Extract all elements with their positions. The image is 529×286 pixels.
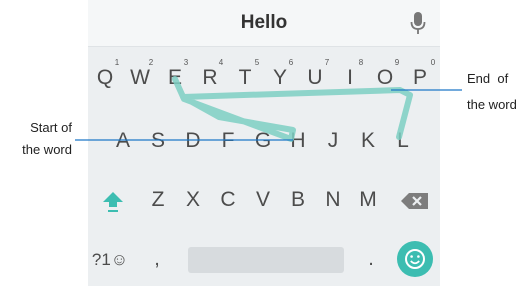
start-callout-line2: the word	[22, 142, 72, 157]
key-k[interactable]: K	[353, 126, 383, 156]
key-p[interactable]: P	[405, 63, 435, 93]
key-v[interactable]: V	[248, 185, 278, 215]
key-u[interactable]: U	[300, 63, 330, 93]
key-t[interactable]: T	[230, 63, 260, 93]
suggestion-strip: Hello	[88, 0, 440, 47]
symbols-key[interactable]: ?1☺	[90, 245, 130, 275]
key-h[interactable]: H	[283, 126, 313, 156]
smiley-face-icon	[405, 249, 425, 269]
key-m[interactable]: M	[353, 185, 383, 215]
key-c[interactable]: C	[213, 185, 243, 215]
microphone-icon[interactable]	[410, 11, 426, 35]
comma-key[interactable]: ,	[142, 244, 172, 274]
suggestion-word[interactable]: Hello	[88, 12, 440, 34]
period-key[interactable]: .	[356, 244, 386, 274]
key-e[interactable]: E	[160, 63, 190, 93]
start-callout-line1: Start of	[30, 120, 72, 135]
backspace-icon[interactable]	[398, 186, 432, 216]
key-l[interactable]: L	[388, 126, 418, 156]
key-s[interactable]: S	[143, 126, 173, 156]
key-w[interactable]: W	[125, 63, 155, 93]
key-q[interactable]: Q	[90, 63, 120, 93]
key-o[interactable]: O	[370, 63, 400, 93]
end-callout: End of the word	[467, 68, 527, 116]
key-j[interactable]: J	[318, 126, 348, 156]
key-a[interactable]: A	[108, 126, 138, 156]
key-z[interactable]: Z	[143, 185, 173, 215]
end-callout-line2: the word	[467, 97, 517, 112]
key-d[interactable]: D	[178, 126, 208, 156]
emoji-button[interactable]	[397, 241, 433, 277]
key-b[interactable]: B	[283, 185, 313, 215]
key-x[interactable]: X	[178, 185, 208, 215]
shift-icon[interactable]	[98, 186, 128, 216]
key-r[interactable]: R	[195, 63, 225, 93]
key-i[interactable]: I	[335, 63, 365, 93]
key-y[interactable]: Y	[265, 63, 295, 93]
end-callout-line1: End of	[467, 71, 509, 86]
key-f[interactable]: F	[213, 126, 243, 156]
key-g[interactable]: G	[248, 126, 278, 156]
start-callout: Start of the word	[6, 117, 72, 161]
keyboard: Hello 1 2 3 4 5 6 7 8 9 0 Q W E R T Y U …	[88, 0, 440, 286]
space-bar[interactable]	[188, 247, 344, 273]
key-n[interactable]: N	[318, 185, 348, 215]
